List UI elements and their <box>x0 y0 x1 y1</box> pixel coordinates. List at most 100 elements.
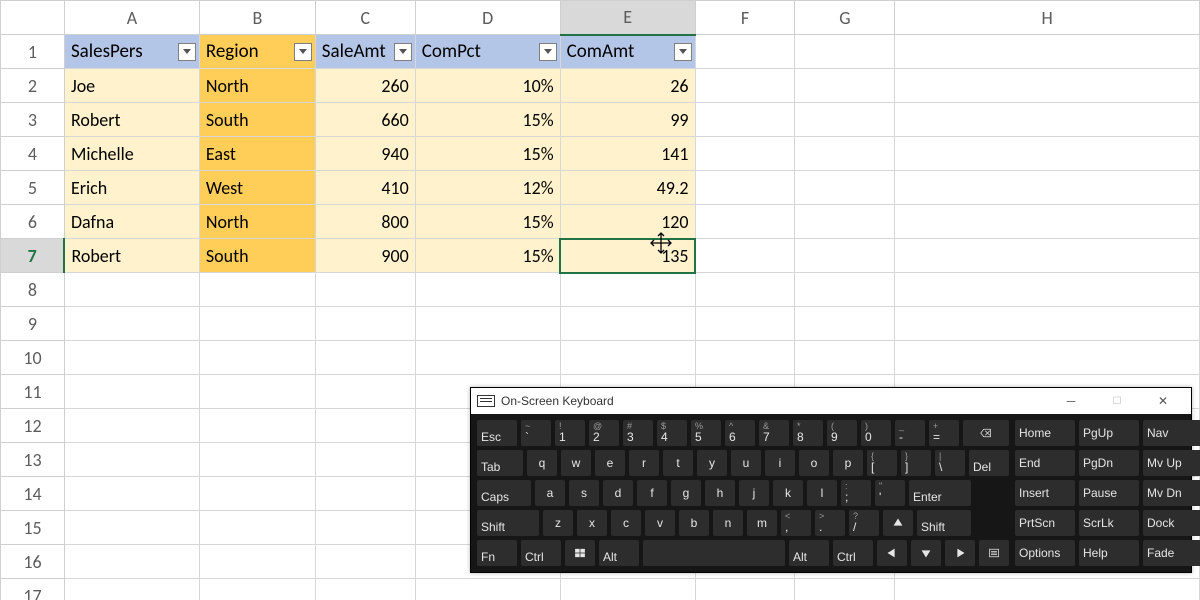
key-[[interactable]: {[ <box>867 450 897 476</box>
key-m[interactable]: m <box>747 510 777 536</box>
cell-E6[interactable]: 120 <box>560 205 695 239</box>
cell-C8[interactable] <box>315 273 415 307</box>
key-mv-dn[interactable]: Mv Dn <box>1143 480 1200 506</box>
cell-F8[interactable] <box>695 273 795 307</box>
cell-D2[interactable]: 10% <box>415 69 560 103</box>
cell-A3[interactable]: Robert <box>64 103 199 137</box>
key-y[interactable]: y <box>697 450 727 476</box>
key-pgup[interactable]: PgUp <box>1079 420 1139 446</box>
osk-titlebar[interactable]: On-Screen Keyboard <box>471 388 1191 414</box>
key-o[interactable]: o <box>799 450 829 476</box>
key-,[interactable]: <, <box>781 510 811 536</box>
cell-A10[interactable] <box>64 341 199 375</box>
column-header-D[interactable]: D <box>415 1 560 35</box>
cell-G10[interactable] <box>795 341 895 375</box>
row-header-14[interactable]: 14 <box>1 477 65 511</box>
cell-F7[interactable] <box>695 239 795 273</box>
cell-A12[interactable] <box>64 409 199 443</box>
cell-C13[interactable] <box>315 443 415 477</box>
cell-A7[interactable]: Robert <box>64 239 199 273</box>
cell-H8[interactable] <box>895 273 1200 307</box>
cell-D5[interactable]: 12% <box>415 171 560 205</box>
cell-B8[interactable] <box>199 273 315 307</box>
cell-G2[interactable] <box>795 69 895 103</box>
maximize-button[interactable] <box>1097 388 1137 414</box>
key-=[interactable]: += <box>929 420 959 446</box>
key-][interactable]: }] <box>901 450 931 476</box>
row-header-1[interactable]: 1 <box>1 35 65 69</box>
cell-G6[interactable] <box>795 205 895 239</box>
row-header-5[interactable]: 5 <box>1 171 65 205</box>
cell-B15[interactable] <box>199 511 315 545</box>
column-header-E[interactable]: E <box>560 1 695 35</box>
cell-B4[interactable]: East <box>199 137 315 171</box>
row-header-8[interactable]: 8 <box>1 273 65 307</box>
cell-B12[interactable] <box>199 409 315 443</box>
key-7[interactable]: &7 <box>759 420 789 446</box>
key-Alt[interactable]: Alt <box>599 540 639 566</box>
cell-C1[interactable]: SaleAmt <box>315 35 415 69</box>
column-header-B[interactable]: B <box>199 1 315 35</box>
key-f[interactable]: f <box>637 480 667 506</box>
cell-B13[interactable] <box>199 443 315 477</box>
cell-F1[interactable] <box>695 35 795 69</box>
key-u[interactable]: u <box>731 450 761 476</box>
row-header-12[interactable]: 12 <box>1 409 65 443</box>
key-menu-icon[interactable] <box>979 540 1009 566</box>
key-dock[interactable]: Dock <box>1143 510 1200 536</box>
cell-B2[interactable]: North <box>199 69 315 103</box>
cell-C15[interactable] <box>315 511 415 545</box>
cell-A16[interactable] <box>64 545 199 579</box>
cell-E2[interactable]: 26 <box>560 69 695 103</box>
key-Caps[interactable]: Caps <box>477 480 531 506</box>
cell-F17[interactable] <box>695 579 795 600</box>
key-4[interactable]: $4 <box>657 420 687 446</box>
key-Ctrl[interactable]: Ctrl <box>521 540 561 566</box>
cell-A13[interactable] <box>64 443 199 477</box>
filter-button-E[interactable] <box>674 43 692 61</box>
cell-D8[interactable] <box>415 273 560 307</box>
key-0[interactable]: )0 <box>861 420 891 446</box>
cell-F4[interactable] <box>695 137 795 171</box>
key-a[interactable]: a <box>535 480 565 506</box>
cell-G1[interactable] <box>795 35 895 69</box>
key-pgdn[interactable]: PgDn <box>1079 450 1139 476</box>
row-header-4[interactable]: 4 <box>1 137 65 171</box>
key-Enter[interactable]: Enter <box>909 480 971 506</box>
cell-E4[interactable]: 141 <box>560 137 695 171</box>
cell-A17[interactable] <box>64 579 199 600</box>
cell-C12[interactable] <box>315 409 415 443</box>
key-h[interactable]: h <box>705 480 735 506</box>
key-Fn[interactable]: Fn <box>477 540 517 566</box>
key-i[interactable]: i <box>765 450 795 476</box>
minimize-button[interactable] <box>1051 388 1091 414</box>
cell-B16[interactable] <box>199 545 315 579</box>
key-d[interactable]: d <box>603 480 633 506</box>
cell-D3[interactable]: 15% <box>415 103 560 137</box>
cell-A6[interactable]: Dafna <box>64 205 199 239</box>
key-9[interactable]: (9 <box>827 420 857 446</box>
key-\[interactable]: |\ <box>935 450 965 476</box>
key-Ctrl[interactable]: Ctrl <box>833 540 873 566</box>
key-l[interactable]: l <box>807 480 837 506</box>
cell-H1[interactable] <box>895 35 1200 69</box>
row-header-15[interactable]: 15 <box>1 511 65 545</box>
cell-C9[interactable] <box>315 307 415 341</box>
on-screen-keyboard-window[interactable]: On-Screen Keyboard Esc~`!1@2#3$4%5^6&7*8… <box>470 387 1192 573</box>
cell-H10[interactable] <box>895 341 1200 375</box>
row-header-2[interactable]: 2 <box>1 69 65 103</box>
cell-B10[interactable] <box>199 341 315 375</box>
cell-A5[interactable]: Erich <box>64 171 199 205</box>
key-v[interactable]: v <box>645 510 675 536</box>
key-/[interactable]: ?/ <box>849 510 879 536</box>
key-j[interactable]: j <box>739 480 769 506</box>
key-2[interactable]: @2 <box>589 420 619 446</box>
key-r[interactable]: r <box>629 450 659 476</box>
key-w[interactable]: w <box>561 450 591 476</box>
filter-button-D[interactable] <box>539 43 557 61</box>
key-x[interactable]: x <box>577 510 607 536</box>
cell-G7[interactable] <box>795 239 895 273</box>
key-down-icon[interactable] <box>911 540 941 566</box>
cell-C3[interactable]: 660 <box>315 103 415 137</box>
cell-F6[interactable] <box>695 205 795 239</box>
